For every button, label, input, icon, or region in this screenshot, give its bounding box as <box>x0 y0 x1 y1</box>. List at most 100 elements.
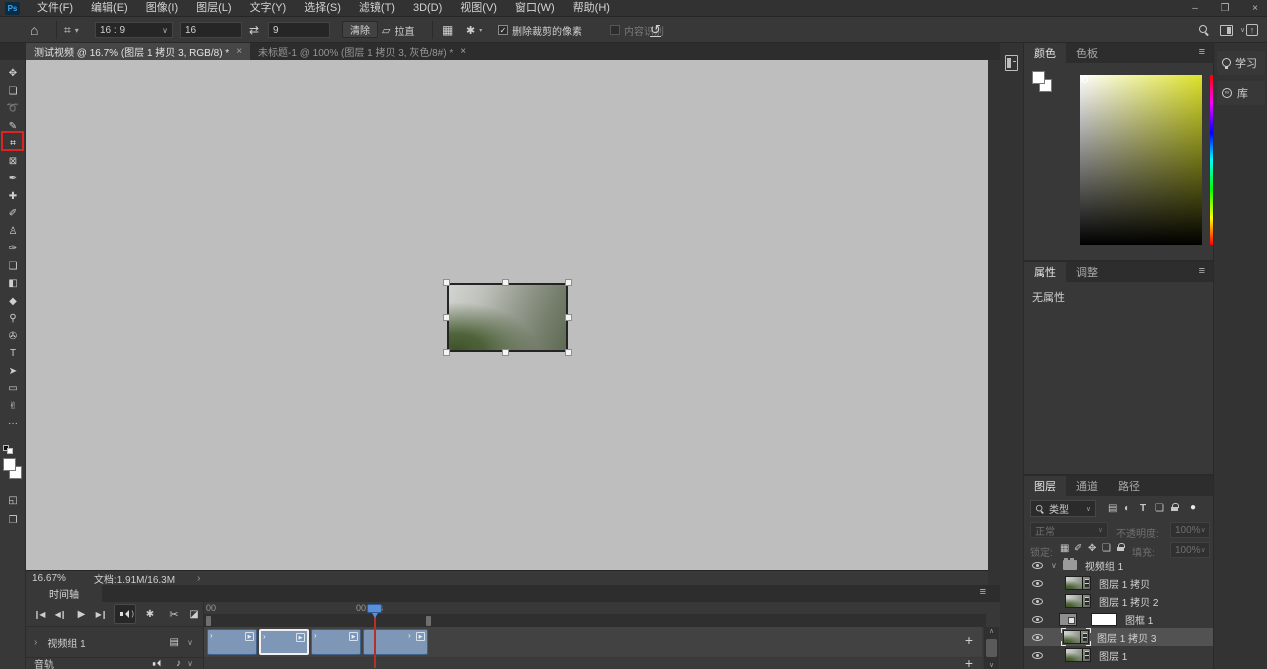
panel-menu-icon[interactable]: ≡ <box>980 586 986 598</box>
menu-select[interactable]: 选择(S) <box>295 0 350 17</box>
foreground-color-swatch[interactable] <box>3 458 16 471</box>
document-tab-active[interactable]: 测试视频 @ 16.7% (图层 1 拷贝 3, RGB/8) * × <box>26 43 250 60</box>
tab-timeline[interactable]: 时间轴 <box>26 585 102 602</box>
lock-transparent-pixels-icon[interactable]: ▦ <box>1060 543 1069 554</box>
clear-button[interactable]: 清除 <box>342 21 378 38</box>
layer-row-video-group[interactable]: ∨ 视频组 1 <box>1024 556 1213 574</box>
clip-transition-icon[interactable]: ▶ <box>349 632 358 641</box>
share-button[interactable]: ↑ <box>1246 17 1258 43</box>
minimize-button[interactable]: – <box>1189 3 1201 14</box>
move-tool[interactable]: ✥ <box>0 65 26 83</box>
eye-icon[interactable] <box>1032 562 1043 569</box>
video-group-track-header[interactable]: › 视频组 1 ▤ ∨ <box>26 627 203 657</box>
layer-row-selected[interactable]: 图层 1 拷贝 3 <box>1024 628 1213 646</box>
music-note-icon[interactable]: ♪ <box>176 658 181 669</box>
dodge-tool[interactable]: ⚲ <box>0 310 26 328</box>
clip-keyframe-icon[interactable]: › <box>210 631 213 640</box>
lasso-tool[interactable]: ➰ <box>0 100 26 118</box>
panel-menu-icon[interactable]: ≡ <box>1199 46 1205 58</box>
chevron-down-icon[interactable]: ∨ <box>1051 561 1057 570</box>
filter-type-layers-icon[interactable]: T <box>1140 503 1146 514</box>
workspace-switcher[interactable]: ∨ <box>1220 17 1245 43</box>
menu-edit[interactable]: 编辑(E) <box>82 0 137 17</box>
menu-image[interactable]: 图像(I) <box>137 0 187 17</box>
layer-thumbnail[interactable] <box>1065 648 1091 662</box>
more-tools-button[interactable]: ··· <box>0 415 26 433</box>
close-icon[interactable]: × <box>236 46 242 57</box>
crop-width-field[interactable]: 16 <box>180 22 242 38</box>
menu-help[interactable]: 帮助(H) <box>564 0 619 17</box>
close-icon[interactable]: × <box>460 46 466 57</box>
status-expand-arrow[interactable]: › <box>197 573 200 584</box>
eye-icon[interactable] <box>1032 616 1043 623</box>
clip-keyframe-icon[interactable]: › <box>314 631 317 640</box>
menu-window[interactable]: 窗口(W) <box>506 0 564 17</box>
layer-filter-kind-select[interactable]: 类型 ∨ <box>1030 500 1096 517</box>
eye-icon[interactable] <box>1032 634 1043 641</box>
clip-keyframe-icon[interactable]: › <box>408 631 411 640</box>
crop-handle-bottom-left[interactable] <box>443 349 450 356</box>
foreground-color-swatch[interactable] <box>1032 71 1045 84</box>
crop-handle-bottom-right[interactable] <box>565 349 572 356</box>
scroll-down-icon[interactable]: ∨ <box>984 661 999 669</box>
clip-transition-icon[interactable]: ▶ <box>296 633 305 642</box>
frame-tool[interactable]: ⊠ <box>0 153 26 171</box>
color-picker-ring[interactable] <box>1082 77 1088 83</box>
split-clip-button[interactable]: ✂ <box>166 605 182 623</box>
menu-3d[interactable]: 3D(D) <box>404 0 451 17</box>
photoshop-logo-icon[interactable]: Ps <box>5 2 20 15</box>
work-area-start-handle[interactable] <box>206 616 211 626</box>
layer-filter-toggle[interactable]: ● <box>1190 502 1196 513</box>
color-saturation-field[interactable] <box>1080 75 1202 245</box>
rectangle-tool[interactable]: ▭ <box>0 380 26 398</box>
document-size-info[interactable]: 文档:1.91M/16.3M <box>94 571 175 586</box>
next-frame-button[interactable]: ▶❙ <box>92 605 110 623</box>
video-clip-1[interactable]: › ▶ <box>207 629 257 655</box>
menu-filter[interactable]: 滤镜(T) <box>350 0 404 17</box>
scrollbar-thumb[interactable] <box>986 639 997 657</box>
clip-transition-icon[interactable]: ▶ <box>416 632 425 641</box>
crop-handle-top-center[interactable] <box>502 279 509 286</box>
crop-settings-button[interactable]: ✱▾ <box>466 17 482 43</box>
pen-tool[interactable]: ✇ <box>0 328 26 346</box>
marquee-tool[interactable]: ❏ <box>0 83 26 101</box>
healing-brush-tool[interactable]: ✚ <box>0 188 26 206</box>
menu-view[interactable]: 视图(V) <box>451 0 506 17</box>
filter-shape-layers-icon[interactable]: ❏ <box>1155 503 1164 514</box>
eye-icon[interactable] <box>1032 598 1043 605</box>
layer-thumbnail[interactable] <box>1063 630 1089 644</box>
layer-row-frame[interactable]: 图框 1 <box>1024 610 1213 628</box>
learn-panel-button[interactable]: 学习 <box>1217 51 1265 75</box>
blur-tool[interactable]: ◆ <box>0 293 26 311</box>
zoom-level[interactable]: 16.67% <box>32 573 66 584</box>
chevron-down-icon[interactable]: ∨ <box>187 638 193 647</box>
tab-properties[interactable]: 属性 <box>1024 262 1066 282</box>
crop-handle-middle-left[interactable] <box>443 314 450 321</box>
quick-mask-button[interactable]: ◱ <box>0 492 26 510</box>
panel-menu-icon[interactable]: ≡ <box>1199 265 1205 277</box>
chevron-right-icon[interactable]: › <box>34 637 37 648</box>
menu-layer[interactable]: 图层(L) <box>187 0 240 17</box>
path-selection-tool[interactable]: ➤ <box>0 363 26 381</box>
lock-position-icon[interactable]: ✥ <box>1088 543 1096 554</box>
audio-track-header[interactable]: 音轨 ♪ ∨ <box>26 657 203 669</box>
crop-handle-top-left[interactable] <box>443 279 450 286</box>
restore-button[interactable]: ❐ <box>1219 3 1231 14</box>
clip-transition-icon[interactable]: ▶ <box>245 632 254 641</box>
canvas-area[interactable] <box>26 60 988 570</box>
default-colors-icon[interactable] <box>3 445 15 455</box>
reset-tool-button[interactable]: ↺ <box>650 17 661 43</box>
screen-mode-button[interactable]: ❐ <box>0 512 26 530</box>
foreground-background-swatches[interactable] <box>3 458 23 484</box>
lock-artboard-icon[interactable]: ❏ <box>1102 543 1111 554</box>
document-image[interactable] <box>447 283 568 352</box>
timeline-scrollbar[interactable]: ∧ ∨ <box>984 627 999 669</box>
overlay-options-button[interactable]: ▦ <box>442 17 453 43</box>
frame-content-thumbnail[interactable] <box>1091 613 1117 626</box>
opacity-field[interactable]: 100% ∨ <box>1170 522 1210 538</box>
swap-dimensions-button[interactable]: ⇄ <box>249 17 259 43</box>
libraries-panel-button[interactable]: ∞ 库 <box>1217 81 1265 105</box>
film-icon[interactable]: ▤ <box>170 637 179 648</box>
tab-layers[interactable]: 图层 <box>1024 476 1066 496</box>
crop-handle-middle-right[interactable] <box>565 314 572 321</box>
